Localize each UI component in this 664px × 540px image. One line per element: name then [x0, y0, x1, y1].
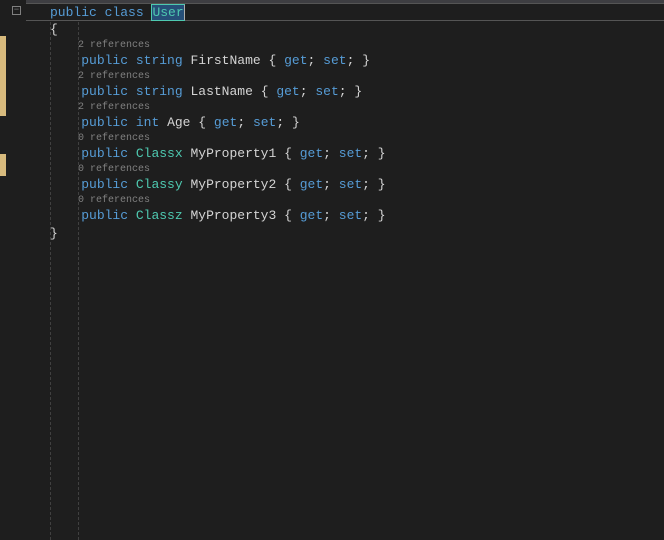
accessor-get: get	[300, 208, 323, 223]
accessor-set: set	[315, 84, 338, 99]
change-marker	[0, 36, 6, 116]
keyword-class: class	[105, 5, 144, 20]
property-line[interactable]: public string LastName { get; set; }	[50, 83, 664, 101]
accessor-get: get	[284, 53, 307, 68]
type-name: Classz	[136, 208, 183, 223]
class-declaration-line[interactable]: public class User	[26, 3, 664, 21]
accessor-get: get	[300, 177, 323, 192]
keyword-public: public	[81, 146, 128, 161]
codelens-references[interactable]: 2 references	[50, 39, 664, 52]
accessor-set: set	[323, 53, 346, 68]
property-name: Age	[167, 115, 190, 130]
text-caret	[184, 5, 185, 20]
keyword-public: public	[81, 53, 128, 68]
property-name: LastName	[190, 84, 252, 99]
code-area[interactable]: public class User { 2 references public …	[26, 0, 664, 540]
property-line[interactable]: public string FirstName { get; set; }	[50, 52, 664, 70]
property-name: FirstName	[190, 53, 260, 68]
code-editor[interactable]: − public class User { 2 references publi…	[0, 0, 664, 540]
class-name-selected[interactable]: User	[151, 4, 184, 21]
type-name: string	[136, 84, 183, 99]
codelens-references[interactable]: 0 references	[50, 163, 664, 176]
type-name: string	[136, 53, 183, 68]
type-name: Classx	[136, 146, 183, 161]
property-name: MyProperty3	[190, 208, 276, 223]
codelens-references[interactable]: 0 references	[50, 132, 664, 145]
property-name: MyProperty1	[190, 146, 276, 161]
keyword-public: public	[81, 115, 128, 130]
keyword-public: public	[81, 177, 128, 192]
keyword-public: public	[81, 84, 128, 99]
editor-gutter: −	[0, 0, 26, 540]
change-marker	[0, 154, 6, 176]
accessor-set: set	[339, 177, 362, 192]
keyword-public: public	[81, 208, 128, 223]
codelens-references[interactable]: 2 references	[50, 101, 664, 114]
accessor-get: get	[214, 115, 237, 130]
codelens-references[interactable]: 0 references	[50, 194, 664, 207]
type-name: Classy	[136, 177, 183, 192]
accessor-set: set	[253, 115, 276, 130]
property-name: MyProperty2	[190, 177, 276, 192]
fold-toggle-icon[interactable]: −	[12, 6, 21, 15]
property-line[interactable]: public Classy MyProperty2 { get; set; }	[50, 176, 664, 194]
class-body[interactable]: { 2 references public string FirstName {…	[26, 21, 664, 243]
brace-close-line[interactable]: }	[50, 225, 664, 243]
codelens-references[interactable]: 2 references	[50, 70, 664, 83]
keyword-public: public	[50, 5, 97, 20]
accessor-get: get	[300, 146, 323, 161]
type-name: int	[136, 115, 159, 130]
property-line[interactable]: public Classx MyProperty1 { get; set; }	[50, 145, 664, 163]
property-line[interactable]: public int Age { get; set; }	[50, 114, 664, 132]
accessor-get: get	[276, 84, 299, 99]
accessor-set: set	[339, 146, 362, 161]
brace-open-line[interactable]: {	[50, 21, 664, 39]
property-line[interactable]: public Classz MyProperty3 { get; set; }	[50, 207, 664, 225]
accessor-set: set	[339, 208, 362, 223]
